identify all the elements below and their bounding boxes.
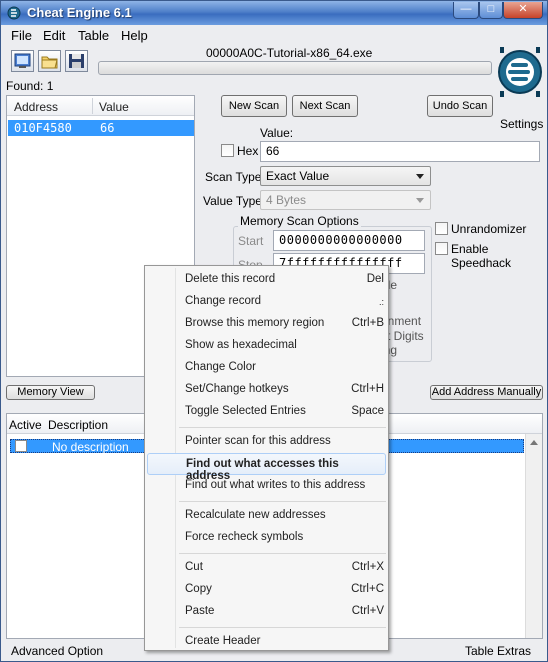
scan-type-label: Scan Type bbox=[205, 170, 262, 184]
memory-scan-options-label: Memory Scan Options bbox=[238, 214, 361, 228]
found-address-row[interactable]: 010F4580 66 bbox=[8, 120, 194, 136]
maximize-icon[interactable]: □ bbox=[479, 2, 503, 19]
chevron-down-icon bbox=[416, 174, 424, 179]
scroll-up-icon[interactable] bbox=[530, 440, 538, 445]
close-icon[interactable]: ✕ bbox=[503, 2, 543, 19]
scan-progress-bar bbox=[98, 61, 492, 75]
menu-item-recheck-symbols[interactable]: Force recheck symbols bbox=[147, 527, 386, 549]
column-description[interactable]: Description bbox=[48, 418, 108, 432]
settings-link[interactable]: Settings bbox=[500, 117, 543, 131]
menu-file[interactable]: File bbox=[11, 28, 32, 43]
value-input[interactable]: 66 bbox=[260, 141, 540, 162]
hex-label: Hex bbox=[237, 144, 259, 158]
main-window: Cheat Engine 6.1 — □ ✕ File Edit Table H… bbox=[0, 0, 548, 662]
menu-item-create-header[interactable]: Create Header bbox=[147, 631, 386, 653]
address-list-header: Address Value bbox=[7, 96, 194, 116]
hex-checkbox[interactable] bbox=[221, 144, 234, 157]
menu-bar: File Edit Table Help bbox=[1, 25, 547, 45]
menu-help[interactable]: Help bbox=[121, 28, 148, 43]
window-title: Cheat Engine 6.1 bbox=[27, 5, 132, 20]
menu-item-recalculate[interactable]: Recalculate new addresses bbox=[147, 505, 386, 527]
menu-item-find-writes[interactable]: Find out what writes to this address bbox=[147, 475, 386, 497]
active-checkbox[interactable] bbox=[15, 440, 27, 452]
start-address-input[interactable]: 0000000000000000 bbox=[273, 230, 425, 251]
cheat-engine-app-icon bbox=[7, 6, 21, 20]
process-title: 00000A0C-Tutorial-x86_64.exe bbox=[206, 46, 373, 60]
menu-item-delete-record[interactable]: Delete this record Del bbox=[147, 269, 386, 291]
unrandomizer-label: Unrandomizer bbox=[451, 222, 527, 236]
column-address[interactable]: Address bbox=[14, 100, 58, 114]
unrandomizer-checkbox[interactable] bbox=[435, 222, 448, 235]
cheat-engine-logo[interactable] bbox=[495, 45, 545, 111]
menu-item-paste[interactable]: Paste Ctrl+V bbox=[147, 601, 386, 623]
start-label: Start bbox=[238, 234, 264, 248]
menu-item-toggle-entries[interactable]: Toggle Selected Entries Space bbox=[147, 401, 386, 423]
menu-item-pointer-scan[interactable]: Pointer scan for this address bbox=[147, 431, 386, 453]
value-label: Value: bbox=[260, 126, 294, 140]
speedhack-label: Enable Speedhack bbox=[451, 242, 512, 270]
dotted-submenu-icon: .: bbox=[378, 297, 384, 307]
menu-item-change-color[interactable]: Change Color bbox=[147, 357, 386, 379]
cheat-table-scrollbar[interactable] bbox=[525, 434, 542, 638]
menu-item-copy[interactable]: Copy Ctrl+C bbox=[147, 579, 386, 601]
new-scan-button[interactable]: New Scan bbox=[221, 95, 287, 117]
memory-view-button[interactable]: Memory View bbox=[6, 385, 95, 400]
menu-item-hotkeys[interactable]: Set/Change hotkeys Ctrl+H bbox=[147, 379, 386, 401]
speedhack-checkbox[interactable] bbox=[435, 242, 448, 255]
found-count: Found: 1 bbox=[6, 79, 54, 93]
context-menu: Delete this record Del Change record.: Br… bbox=[144, 265, 389, 651]
menu-table[interactable]: Table bbox=[78, 28, 109, 43]
menu-item-browse-memory[interactable]: Browse this memory region Ctrl+B bbox=[147, 313, 386, 335]
value-type-value: 4 Bytes bbox=[266, 193, 307, 207]
advanced-options-link[interactable]: Advanced Option bbox=[11, 644, 103, 658]
menu-item-cut[interactable]: Cut Ctrl+X bbox=[147, 557, 386, 579]
found-address: 010F4580 bbox=[14, 121, 72, 135]
undo-scan-button[interactable]: Undo Scan bbox=[427, 95, 493, 117]
next-scan-button[interactable]: Next Scan bbox=[292, 95, 358, 117]
table-extras-link[interactable]: Table Extras bbox=[465, 644, 531, 658]
menu-item-change-record[interactable]: Change record.: bbox=[147, 291, 386, 313]
column-value[interactable]: Value bbox=[99, 100, 129, 114]
value-type-label: Value Type bbox=[203, 194, 262, 208]
scan-type-select[interactable]: Exact Value bbox=[260, 166, 431, 186]
scan-type-value: Exact Value bbox=[266, 169, 330, 183]
column-active[interactable]: Active bbox=[9, 418, 42, 432]
menu-edit[interactable]: Edit bbox=[43, 28, 65, 43]
open-file-icon[interactable] bbox=[38, 50, 61, 72]
chevron-down-icon bbox=[416, 198, 424, 203]
add-address-manually-button[interactable]: Add Address Manually bbox=[430, 385, 543, 400]
title-bar: Cheat Engine 6.1 — □ ✕ bbox=[1, 1, 547, 25]
found-value: 66 bbox=[100, 121, 115, 135]
process-list-icon[interactable] bbox=[11, 50, 34, 72]
entry-description: No description bbox=[52, 440, 129, 454]
menu-item-find-accesses[interactable]: Find out what accesses this address bbox=[147, 453, 386, 482]
value-type-select[interactable]: 4 Bytes bbox=[260, 190, 431, 210]
menu-item-show-hex[interactable]: Show as hexadecimal bbox=[147, 335, 386, 357]
minimize-icon[interactable]: — bbox=[453, 2, 479, 19]
save-icon[interactable] bbox=[65, 50, 88, 72]
